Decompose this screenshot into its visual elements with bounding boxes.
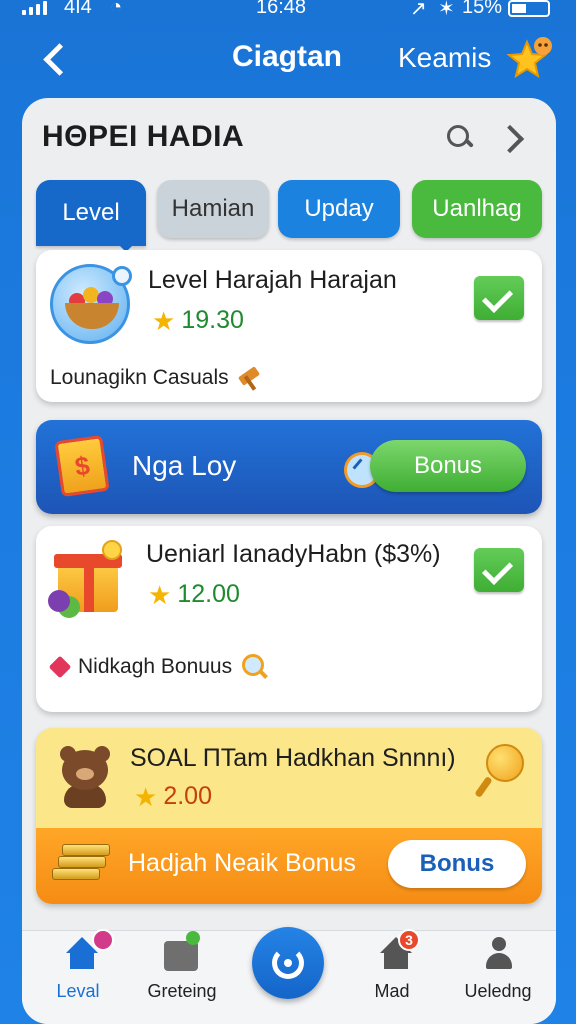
hammer-icon (237, 367, 265, 389)
nav-badge: 3 (398, 929, 420, 951)
location-icon: ↗ (410, 0, 427, 20)
banner-label: Nga Loy (132, 450, 237, 481)
box-icon (164, 931, 200, 971)
tab-uanlhag[interactable]: Uanlhag (412, 180, 542, 238)
coins-icon (52, 842, 112, 886)
nav-item-profile[interactable]: Ueledng (448, 931, 548, 1024)
magnifier-icon (240, 652, 270, 682)
clock: 16:48 (256, 0, 307, 18)
card-subtitle: Nidkagh Bonuus (48, 652, 270, 682)
chevron-right-icon[interactable] (496, 122, 526, 154)
card-subtitle-text: Lounagikn Casuals (50, 366, 229, 389)
card-rating: ★ 12.00 (148, 580, 240, 609)
notification-dot (92, 929, 114, 951)
back-icon[interactable] (38, 36, 74, 80)
coupon-icon (54, 434, 110, 498)
star-icon: ★ (152, 305, 176, 336)
level-card[interactable]: Level Harajah Harajan ★ 19.30 Lounagikn … (36, 250, 542, 402)
card-title: Ueniarl IanadyHabn ($3%) (146, 540, 441, 568)
card-value: 12.00 (177, 580, 240, 608)
star-icon: ★ (148, 579, 172, 610)
offer-card[interactable]: Ueniarl IanadyHabn ($3%) ★ 12.00 Nidkagh… (36, 526, 542, 712)
tab-hamian[interactable]: Hamian (157, 180, 269, 238)
app-header: Ciagtan Keamis (0, 28, 576, 90)
header-title: Ciagtan (232, 40, 343, 73)
star-icon: ★ (134, 781, 158, 812)
honey-spoon-icon (476, 742, 524, 800)
check-icon[interactable] (474, 276, 524, 320)
promo-label: Hadjah Neaik Bonus (128, 849, 356, 877)
nav-label: Mad (374, 981, 410, 1001)
tab-level[interactable]: Level (36, 180, 146, 252)
nav-item-level[interactable]: Leval (28, 929, 128, 1024)
badge-icon (112, 266, 132, 286)
user-icon (484, 937, 514, 971)
battery-icon (508, 0, 550, 17)
card-subtitle: Lounagikn Casuals (50, 366, 265, 390)
nav-label: Greteing (147, 981, 217, 1001)
main-panel: HΘPEI HADIA Level Hamian Upday Uanlhag L… (22, 98, 556, 1024)
promo-card[interactable]: SOAL ΠTam Hadkhan Snnnı) ★ 2.00 Hadjah N… (36, 728, 542, 904)
nav-label: Leval (56, 981, 100, 1001)
star-mascot-icon[interactable] (505, 34, 555, 84)
promo-rating: ★ 2.00 (134, 782, 212, 811)
panel-title: HΘPEI HADIA (42, 120, 245, 153)
bonus-button[interactable]: Bonus (370, 440, 526, 492)
promo-value: 2.00 (163, 782, 212, 810)
bear-icon (56, 744, 114, 808)
card-title: Level Harajah Harajan (148, 266, 397, 294)
status-bar: 4I4 ◔ 16:48 ↗ ✶ 15% (0, 0, 576, 24)
promo-bonus-button[interactable]: Bonus (388, 840, 526, 888)
center-action-button[interactable] (252, 927, 324, 999)
promo-title: SOAL ΠTam Hadkhan Snnnı) (130, 744, 456, 772)
tab-upday[interactable]: Upday (278, 180, 400, 238)
header-username[interactable]: Keamis (398, 42, 491, 74)
wifi-icon: ◔ (110, 0, 123, 18)
bottom-nav: Leval Greteing 3 Mad Ueledng (22, 927, 556, 1024)
bonus-banner[interactable]: Nga Loy Bonus (36, 420, 542, 514)
signal-icon (22, 1, 47, 15)
card-rating: ★ 19.30 (152, 306, 244, 335)
card-subtitle-text: Nidkagh Bonuus (78, 655, 233, 678)
search-icon[interactable] (444, 122, 476, 154)
nav-item-mad[interactable]: 3 Mad (342, 929, 442, 1024)
refresh-icon (272, 947, 304, 979)
tab-bar: Level Hamian Upday Uanlhag (36, 180, 546, 252)
nav-label: Ueledng (464, 981, 532, 1001)
card-value: 19.30 (181, 306, 244, 334)
carrier-label: 4I4 (64, 0, 92, 18)
nav-item-greeting[interactable]: Greteing (132, 931, 232, 1024)
check-icon[interactable] (474, 548, 524, 592)
gift-box-icon (48, 540, 124, 616)
bluetooth-icon: ✶ (438, 0, 455, 20)
battery-percent: 15% (462, 0, 503, 18)
gem-icon (48, 655, 72, 679)
